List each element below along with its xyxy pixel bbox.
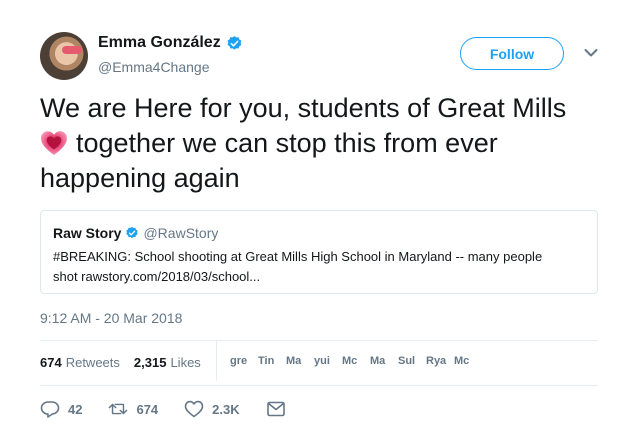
retweet-count: 674 bbox=[136, 401, 159, 417]
direct-message-button[interactable] bbox=[266, 400, 294, 418]
liker-avatar[interactable]: Tin bbox=[258, 355, 286, 367]
stats-bottom-divider bbox=[40, 385, 598, 386]
liker-avatar[interactable]: Mc bbox=[342, 355, 370, 367]
reply-button[interactable]: 42 bbox=[40, 400, 82, 418]
tweet-line-2: together we can stop this from ever bbox=[40, 126, 620, 161]
like-icon bbox=[184, 400, 204, 418]
retweets-count[interactable]: 674 bbox=[40, 355, 62, 370]
avatar-detail bbox=[62, 46, 82, 54]
likers-avatars: gre Tin Ma yui Mc Ma Sul Rya Mc bbox=[230, 355, 482, 367]
liker-avatar[interactable]: Ma bbox=[286, 355, 314, 367]
retweet-icon bbox=[109, 403, 128, 415]
quoted-tweet-card[interactable]: Raw Story @RawStory #BREAKING: School sh… bbox=[40, 210, 598, 294]
liker-avatar[interactable]: gre bbox=[230, 355, 258, 367]
quoted-tweet-line-1: #BREAKING: School shooting at Great Mill… bbox=[53, 249, 543, 264]
retweet-button[interactable]: 674 bbox=[108, 400, 158, 418]
reply-count: 42 bbox=[68, 401, 83, 417]
verified-badge-icon bbox=[227, 35, 242, 50]
direct-message-icon bbox=[266, 401, 285, 417]
retweets-label[interactable]: Retweets bbox=[66, 355, 120, 370]
liker-avatar[interactable]: yui bbox=[314, 355, 342, 367]
quoted-tweet-header: Raw Story @RawStory bbox=[53, 225, 585, 241]
tweet-line-3: happening again bbox=[40, 163, 240, 193]
likes-label[interactable]: Likes bbox=[170, 355, 200, 370]
quoted-tweet-line-2: shot rawstory.com/2018/03/school... bbox=[53, 269, 261, 284]
tweet-stats: 674 Retweets 2,315 Likes bbox=[40, 355, 201, 370]
like-count: 2.3K bbox=[212, 401, 240, 417]
quoted-tweet-name: Raw Story bbox=[53, 225, 122, 241]
tweet-timestamp[interactable]: 9:12 AM - 20 Mar 2018 bbox=[40, 310, 182, 326]
stats-top-divider bbox=[40, 340, 598, 341]
liker-avatar[interactable]: Ma bbox=[370, 355, 398, 367]
author-display-name[interactable]: Emma González bbox=[98, 34, 221, 52]
author-name-row: Emma González bbox=[98, 34, 243, 52]
liker-avatar[interactable]: Mc bbox=[454, 355, 482, 367]
author-avatar[interactable] bbox=[40, 32, 88, 80]
tweet-line-1: We are Here for you, students of Great M… bbox=[40, 93, 567, 123]
liker-avatar[interactable]: Sul bbox=[398, 355, 426, 367]
tweet-line-2-text: together we can stop this from ever bbox=[76, 128, 498, 158]
tweet-text: We are Here for you, students of Great M… bbox=[40, 91, 620, 196]
tweet-actions: 42 674 2.3K bbox=[40, 400, 320, 418]
follow-button[interactable]: Follow bbox=[460, 37, 564, 70]
verified-badge-icon bbox=[126, 226, 139, 239]
quoted-tweet-handle: @RawStory bbox=[143, 225, 219, 241]
chevron-down-icon[interactable] bbox=[584, 48, 598, 58]
quoted-tweet-text: #BREAKING: School shooting at Great Mill… bbox=[53, 247, 585, 287]
stats-separator bbox=[216, 341, 217, 381]
likes-count[interactable]: 2,315 bbox=[134, 355, 167, 370]
author-handle[interactable]: @Emma4Change bbox=[98, 59, 210, 75]
like-button[interactable]: 2.3K bbox=[184, 400, 240, 418]
liker-avatar[interactable]: Rya bbox=[426, 355, 454, 367]
reply-icon bbox=[40, 401, 60, 418]
heart-emoji-icon bbox=[41, 131, 67, 155]
